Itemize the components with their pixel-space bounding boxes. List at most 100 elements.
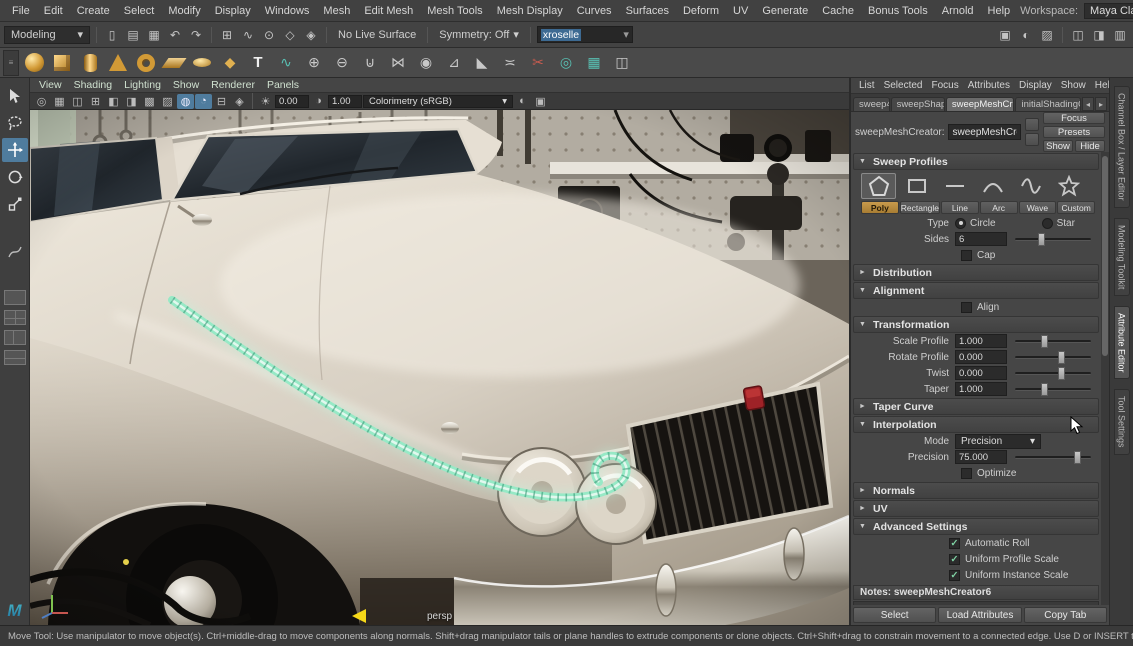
custom-profile-button[interactable]: Custom bbox=[1057, 201, 1095, 214]
tab-initialshadinggroup[interactable]: initialShadingGroup bbox=[1015, 97, 1081, 111]
line-profile-button[interactable]: Line bbox=[941, 201, 979, 214]
ae-menu-focus[interactable]: Focus bbox=[927, 80, 962, 91]
smooth-icon[interactable]: ◉ bbox=[413, 50, 439, 76]
menu-create[interactable]: Create bbox=[71, 3, 116, 19]
section-advanced-settings[interactable]: ▼ Advanced Settings bbox=[853, 518, 1099, 535]
tab-scroll-right-icon[interactable]: ▸ bbox=[1095, 97, 1107, 111]
layout-two-pane-stacked-button[interactable] bbox=[4, 350, 26, 365]
open-scene-icon[interactable]: ▤ bbox=[124, 26, 142, 44]
poly-disc-icon[interactable] bbox=[189, 50, 215, 76]
workspace-dropdown[interactable]: Maya Classic* ▾ bbox=[1084, 3, 1133, 19]
separate-icon[interactable]: ⋈ bbox=[385, 50, 411, 76]
align-checkbox[interactable]: ✓ bbox=[961, 302, 972, 313]
side-tab-modeling-toolkit[interactable]: Modeling Toolkit bbox=[1114, 218, 1130, 296]
side-tab-channel-box[interactable]: Channel Box / Layer Editor bbox=[1114, 86, 1130, 208]
save-scene-icon[interactable]: ▦ bbox=[145, 26, 163, 44]
gamma-icon[interactable]: ◑ bbox=[310, 94, 327, 109]
poly-sphere-icon[interactable] bbox=[21, 50, 47, 76]
gate-mask-icon[interactable]: ◧ bbox=[105, 94, 122, 109]
menu-bonus-tools[interactable]: Bonus Tools bbox=[862, 3, 934, 19]
menu-modify[interactable]: Modify bbox=[162, 3, 206, 19]
bevel-icon[interactable]: ◣ bbox=[469, 50, 495, 76]
ae-menu-show[interactable]: Show bbox=[1057, 80, 1090, 91]
poly-cube-icon[interactable] bbox=[49, 50, 75, 76]
undo-icon[interactable]: ↶ bbox=[166, 26, 184, 44]
ae-menu-list[interactable]: List bbox=[855, 80, 879, 91]
profile-arc-icon[interactable] bbox=[975, 173, 1010, 199]
menu-deform[interactable]: Deform bbox=[677, 3, 725, 19]
motion-blur-icon[interactable]: ▣ bbox=[532, 94, 549, 109]
scale-profile-slider[interactable] bbox=[1015, 340, 1091, 343]
rotate-profile-field[interactable] bbox=[955, 350, 1007, 364]
quad-draw-icon[interactable]: ▦ bbox=[581, 50, 607, 76]
scale-tool-icon[interactable] bbox=[2, 192, 28, 216]
bridge-icon[interactable]: ≍ bbox=[497, 50, 523, 76]
type-circle-radio[interactable] bbox=[955, 218, 966, 229]
render-settings-icon[interactable]: ▨ bbox=[1038, 26, 1056, 44]
node-name-field[interactable] bbox=[948, 124, 1021, 140]
exposure-icon[interactable]: ☀ bbox=[257, 94, 274, 109]
menu-select[interactable]: Select bbox=[118, 3, 161, 19]
menuset-dropdown[interactable]: Modeling ▾ bbox=[4, 26, 90, 44]
type-star-radio[interactable] bbox=[1042, 218, 1053, 229]
resolution-gate-icon[interactable]: ⊞ bbox=[87, 94, 104, 109]
select-camera-icon[interactable]: ◎ bbox=[33, 94, 50, 109]
uniform-instance-scale-checkbox[interactable]: ✓ bbox=[949, 570, 960, 581]
vp-menu-view[interactable]: View bbox=[34, 79, 67, 91]
quick-rename-field[interactable]: xroselle ▾ bbox=[537, 26, 633, 43]
profile-rectangle-icon[interactable] bbox=[899, 173, 934, 199]
platonic-solid-icon[interactable]: ◆ bbox=[217, 50, 243, 76]
layout-two-pane-side-button[interactable] bbox=[4, 330, 26, 345]
menu-curves[interactable]: Curves bbox=[571, 3, 618, 19]
focus-button[interactable]: Focus bbox=[1043, 112, 1105, 124]
exposure-field[interactable]: 0.00 bbox=[275, 95, 309, 108]
menu-cache[interactable]: Cache bbox=[816, 3, 860, 19]
wave-profile-button[interactable]: Wave bbox=[1019, 201, 1057, 214]
menu-uv[interactable]: UV bbox=[727, 3, 754, 19]
tab-sweep46[interactable]: sweep46 bbox=[853, 97, 890, 111]
new-scene-icon[interactable]: ▯ bbox=[103, 26, 121, 44]
mirror-icon[interactable]: ◫ bbox=[609, 50, 635, 76]
uniform-profile-scale-checkbox[interactable]: ✓ bbox=[949, 554, 960, 565]
type-tool-icon[interactable]: T bbox=[245, 50, 271, 76]
scale-profile-field[interactable] bbox=[955, 334, 1007, 348]
live-surface-dropdown[interactable]: No Live Surface bbox=[333, 26, 421, 44]
presets-button[interactable]: Presets bbox=[1043, 126, 1105, 138]
sidebar-toggle-attribute-editor-icon[interactable]: ◫ bbox=[1069, 26, 1087, 44]
section-transformation[interactable]: ▼ Transformation bbox=[853, 316, 1099, 333]
tab-sweepshape46[interactable]: sweepShape46 bbox=[891, 97, 945, 111]
grid-icon[interactable]: ▦ bbox=[51, 94, 68, 109]
attribute-editor-scrollbar[interactable] bbox=[1101, 152, 1109, 605]
menu-file[interactable]: File bbox=[6, 3, 36, 19]
vp-menu-shading[interactable]: Shading bbox=[69, 79, 118, 91]
film-gate-icon[interactable]: ◫ bbox=[69, 94, 86, 109]
safe-action-icon[interactable]: ▩ bbox=[141, 94, 158, 109]
optimize-checkbox[interactable]: ✓ bbox=[961, 468, 972, 479]
sweep-mesh-icon[interactable]: ∿ bbox=[273, 50, 299, 76]
menu-mesh-display[interactable]: Mesh Display bbox=[491, 3, 569, 19]
mode-dropdown[interactable]: Precision ▾ bbox=[955, 434, 1041, 449]
last-tool-icon[interactable] bbox=[2, 240, 28, 264]
view-transform-dropdown[interactable]: Colorimetry (sRGB) ▾ bbox=[363, 95, 513, 108]
sidebar-toggle-channelbox-icon[interactable]: ▥ bbox=[1111, 26, 1129, 44]
snap-plane-icon[interactable]: ◇ bbox=[281, 26, 299, 44]
poly-torus-icon[interactable] bbox=[133, 50, 159, 76]
ssao-icon[interactable]: ◐ bbox=[514, 94, 531, 109]
menu-generate[interactable]: Generate bbox=[756, 3, 814, 19]
section-sweep-profiles[interactable]: ▼ Sweep Profiles bbox=[853, 153, 1099, 170]
menu-surfaces[interactable]: Surfaces bbox=[620, 3, 675, 19]
vp-menu-renderer[interactable]: Renderer bbox=[206, 79, 260, 91]
menu-arnold[interactable]: Arnold bbox=[936, 3, 980, 19]
poly-cone-icon[interactable] bbox=[105, 50, 131, 76]
show-button[interactable]: Show bbox=[1043, 140, 1073, 152]
menu-edit[interactable]: Edit bbox=[38, 3, 69, 19]
rotate-profile-slider[interactable] bbox=[1015, 356, 1091, 359]
side-tab-tool-settings[interactable]: Tool Settings bbox=[1114, 389, 1130, 455]
ae-menu-attributes[interactable]: Attributes bbox=[964, 80, 1014, 91]
load-attributes-button[interactable]: Load Attributes bbox=[938, 607, 1021, 623]
menu-windows[interactable]: Windows bbox=[259, 3, 316, 19]
ae-menu-selected[interactable]: Selected bbox=[880, 80, 927, 91]
extrude-icon[interactable]: ⊿ bbox=[441, 50, 467, 76]
combine-icon[interactable]: ⊍ bbox=[357, 50, 383, 76]
layout-single-pane-button[interactable] bbox=[4, 290, 26, 305]
